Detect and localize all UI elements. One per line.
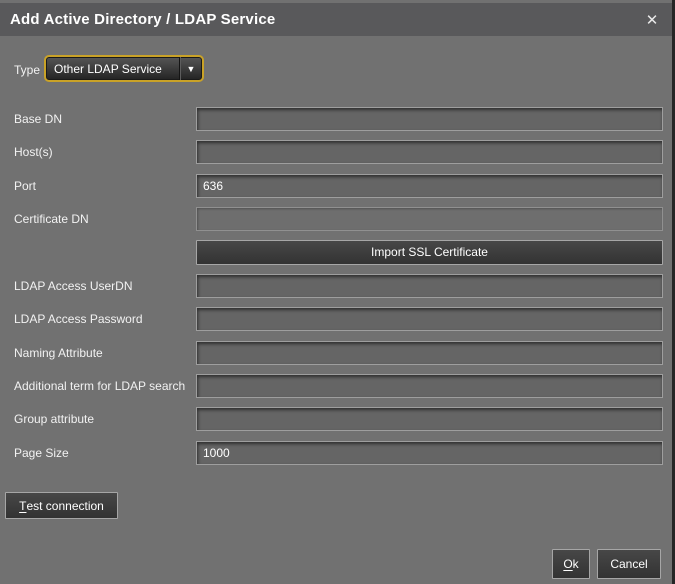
form-row: Group attribute xyxy=(0,407,663,431)
form-row: Host(s) xyxy=(0,140,663,164)
hosts-label: Host(s) xyxy=(14,140,53,164)
ldap-search-term-label: Additional term for LDAP search xyxy=(14,374,185,398)
dialog-title: Add Active Directory / LDAP Service xyxy=(0,11,275,28)
ldap-search-term-input[interactable] xyxy=(196,374,663,398)
type-select[interactable]: Other LDAP Service ▼ xyxy=(44,55,204,82)
form-row: LDAP Access Password xyxy=(0,307,663,331)
ldap-access-userdn-input[interactable] xyxy=(196,274,663,298)
port-input[interactable] xyxy=(196,174,663,198)
certificate-dn-label: Certificate DN xyxy=(14,207,89,231)
close-icon[interactable]: ✕ xyxy=(641,3,663,36)
ok-mnemonic: O xyxy=(563,557,572,571)
port-label: Port xyxy=(14,174,36,198)
form-row: Naming Attribute xyxy=(0,341,663,365)
type-label: Type xyxy=(14,56,40,83)
page-size-input[interactable] xyxy=(196,441,663,465)
dialog-titlebar: Add Active Directory / LDAP Service ✕ xyxy=(0,3,672,36)
hosts-input[interactable] xyxy=(196,140,663,164)
naming-attribute-label: Naming Attribute xyxy=(14,341,103,365)
group-attribute-input[interactable] xyxy=(196,407,663,431)
form-row: Additional term for LDAP search xyxy=(0,374,663,398)
base-dn-input[interactable] xyxy=(196,107,663,131)
page-size-label: Page Size xyxy=(14,441,69,465)
ok-button[interactable]: Ok xyxy=(552,549,590,579)
form-row: Page Size xyxy=(0,441,663,465)
naming-attribute-input[interactable] xyxy=(196,341,663,365)
base-dn-label: Base DN xyxy=(14,107,62,131)
ldap-access-userdn-label: LDAP Access UserDN xyxy=(14,274,132,298)
form-row: Base DN xyxy=(0,107,663,131)
chevron-down-icon: ▼ xyxy=(179,57,202,80)
form-row: Import SSL Certificate xyxy=(0,240,663,264)
certificate-dn-input xyxy=(196,207,663,231)
ldap-access-password-input[interactable] xyxy=(196,307,663,331)
test-connection-mnemonic: T xyxy=(19,499,26,513)
form-row: LDAP Access UserDN xyxy=(0,274,663,298)
test-connection-button[interactable]: Test connection xyxy=(5,492,118,519)
form-row: Port xyxy=(0,174,663,198)
form-row: Certificate DN xyxy=(0,207,663,231)
test-connection-label: est connection xyxy=(26,499,103,513)
ok-label: k xyxy=(573,557,579,571)
add-ldap-service-dialog: Add Active Directory / LDAP Service ✕ Ty… xyxy=(0,0,675,584)
ldap-access-password-label: LDAP Access Password xyxy=(14,307,143,331)
type-select-value: Other LDAP Service xyxy=(46,62,179,76)
cancel-button[interactable]: Cancel xyxy=(597,549,661,579)
import-ssl-certificate-button[interactable]: Import SSL Certificate xyxy=(196,240,663,265)
group-attribute-label: Group attribute xyxy=(14,407,94,431)
